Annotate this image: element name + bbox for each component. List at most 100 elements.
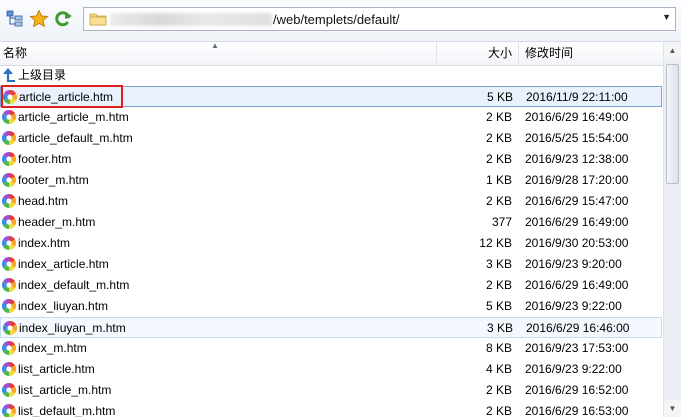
file-name: header_m.htm [18,215,96,229]
refresh-icon[interactable] [53,9,73,29]
address-bar[interactable]: /web/templets/default/ ▼ [83,7,676,31]
file-name: index_liuyan_m.htm [19,321,126,335]
html-file-icon-graphic [2,131,16,145]
file-size: 2 KB [485,152,512,166]
html-file-icon-graphic [2,257,16,271]
column-name[interactable]: 名称 [0,42,435,65]
html-file-icon [1,151,17,167]
html-file-icon [1,214,17,230]
file-size: 2 KB [485,194,512,208]
html-file-icon [1,130,17,146]
html-file-icon [1,193,17,209]
file-row[interactable]: index_default_m.htm 2 KB 2016/6/29 16:49:0… [0,275,662,296]
file-name: article_article_m.htm [18,110,129,124]
file-modified-date: 2016/6/29 15:47:00 [525,194,629,208]
html-file-icon-graphic [2,383,16,397]
file-modified-date: 2016/6/29 16:49:00 [525,110,629,124]
html-file-icon-graphic [2,194,16,208]
file-row[interactable]: head.htm 2 KB 2016/6/29 15:47:00 [0,191,662,212]
html-file-icon-graphic [2,404,16,417]
html-file-icon [1,403,17,417]
scrollbar-thumb[interactable] [666,64,679,184]
file-modified-date: 2016/11/9 22:11:00 [526,90,628,104]
html-file-icon [1,361,17,377]
html-file-icon-graphic [2,299,16,313]
file-size: 377 [491,215,512,229]
html-file-icon-graphic [2,278,16,292]
file-size: 2 KB [485,110,512,124]
favorite-star-icon[interactable] [29,9,49,29]
file-name: list_default_m.htm [18,404,116,417]
vertical-scrollbar[interactable]: ▲ ▼ [663,42,681,417]
file-row[interactable]: list_article_m.htm 2 KB 2016/6/29 16:52:00 [0,380,662,401]
file-row[interactable]: index_liuyan_m.htm 3 KB 2016/6/29 16:46:00 [0,317,662,338]
blurred-host-segment [110,13,272,26]
file-name: footer_m.htm [18,173,89,187]
file-modified-date: 2016/9/23 17:53:00 [525,341,629,355]
scroll-up-icon[interactable]: ▲ [664,42,681,59]
file-row[interactable]: article_article_m.htm 2 KB 2016/6/29 16:49… [0,107,662,128]
file-size: 1 KB [485,173,512,187]
column-size[interactable]: 大小 [436,42,518,65]
file-row[interactable]: footer.htm 2 KB 2016/9/23 12:38:00 [0,149,662,170]
file-name: footer.htm [18,152,72,166]
file-name: article_default_m.htm [18,131,133,145]
html-file-icon-graphic [2,173,16,187]
file-size: 2 KB [485,131,512,145]
html-file-icon [1,277,17,293]
file-row[interactable]: header_m.htm 377 2016/6/29 16:49:00 [0,212,662,233]
html-file-icon-graphic [2,236,16,250]
up-arrow-icon [1,67,17,83]
file-name: list_article_m.htm [18,383,112,397]
parent-directory-row[interactable]: 上级目录 [0,65,662,86]
file-row[interactable]: index.htm 12 KB 2016/9/30 20:53:00 [0,233,662,254]
file-row[interactable]: list_default_m.htm 2 KB 2016/6/29 16:53:00 [0,401,662,417]
address-dropdown-icon[interactable]: ▼ [662,12,671,22]
html-file-icon [1,382,17,398]
file-size: 3 KB [485,257,512,271]
file-name: index.htm [18,236,71,250]
scroll-down-icon[interactable]: ▼ [664,400,681,417]
address-path: /web/templets/default/ [273,12,400,27]
file-row[interactable]: index_article.htm 3 KB 2016/9/23 9:20:00 [0,254,662,275]
file-name: article_article.htm [19,90,114,104]
file-row[interactable]: index_liuyan.htm 5 KB 2016/9/23 9:22:00 [0,296,662,317]
html-file-icon-graphic [2,215,16,229]
column-modified[interactable]: 修改时间 [518,42,663,65]
parent-directory-label: 上级目录 [18,68,67,82]
file-modified-date: 2016/9/30 20:53:00 [525,236,629,250]
column-header: ▲ 名称 大小 修改时间 [0,41,681,66]
file-modified-date: 2016/9/23 12:38:00 [525,152,629,166]
file-modified-date: 2016/9/28 17:20:00 [525,173,629,187]
file-name: index_m.htm [18,341,87,355]
file-size: 5 KB [486,90,513,104]
file-name: head.htm [18,194,69,208]
html-file-icon-graphic [2,362,16,376]
html-file-icon [1,340,17,356]
html-file-icon [1,172,17,188]
file-row[interactable]: footer_m.htm 1 KB 2016/9/28 17:20:00 [0,170,662,191]
file-modified-date: 2016/6/29 16:52:00 [525,383,629,397]
html-file-icon [1,235,17,251]
file-modified-date: 2016/9/23 9:22:00 [525,362,622,376]
file-row[interactable]: article_article.htm 5 KB 2016/11/9 22:11:0… [0,86,662,107]
html-file-icon [2,89,18,105]
file-modified-date: 2016/9/23 9:22:00 [525,299,622,313]
file-name: index_liuyan.htm [18,299,109,313]
file-modified-date: 2016/6/29 16:53:00 [525,404,629,417]
file-size: 3 KB [486,321,513,335]
file-row[interactable]: index_m.htm 8 KB 2016/9/23 17:53:00 [0,338,662,359]
html-file-icon [1,109,17,125]
file-list: 上级目录 article_article.htm 5 KB 2016/11/9 22… [0,65,663,417]
html-file-icon-graphic [3,90,17,104]
file-modified-date: 2016/6/29 16:49:00 [525,278,629,292]
html-file-icon-graphic [2,152,16,166]
file-size: 2 KB [485,383,512,397]
html-file-icon [1,298,17,314]
file-name: index_default_m.htm [18,278,130,292]
file-row[interactable]: article_default_m.htm 2 KB 2016/5/25 15:54… [0,128,662,149]
tree-view-icon[interactable] [5,9,25,29]
file-row[interactable]: list_article.htm 4 KB 2016/9/23 9:22:00 [0,359,662,380]
file-size: 4 KB [485,362,512,376]
html-file-icon [2,320,18,336]
